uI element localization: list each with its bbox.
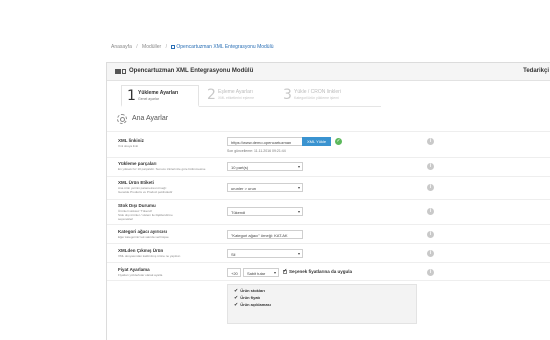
check-icon: ✔ xyxy=(234,302,239,308)
last-update-note: Son güncelleme: 11.11.2016 09:21:44 xyxy=(227,149,286,153)
info-icon[interactable]: i xyxy=(427,269,434,276)
step-load-settings[interactable]: 1 Yükleme Ayarları Genel ayarlar xyxy=(121,85,199,107)
breadcrumb-current-label: Opencartuzman XML Entegrasyonu Modülü xyxy=(176,44,274,50)
out-of-stock-label: Stok Dışı Durumu xyxy=(118,203,156,208)
panel-header: Opencartuzman XML Entegrasyonu Modülü Te… xyxy=(107,63,550,81)
row-category-separator: Kategori ağacı ayırıcısı Eğer kategorini… xyxy=(107,224,550,243)
breadcrumb: Anasayfa / Modüller / Opencartuzman XML … xyxy=(111,44,273,50)
xml-link-input[interactable]: https://www.demo.opencartuzman xyxy=(227,137,303,146)
check-icon: ✔ xyxy=(234,288,239,294)
product-tag-label: XML Ürün Etiketi xyxy=(118,180,154,185)
category-separator-input[interactable]: "Kategori ağacı" örneği: KAT.AK xyxy=(227,230,303,239)
xml-load-button[interactable]: XML Yükle xyxy=(302,137,332,146)
xml-link-hint: Xml dosya linki xyxy=(118,144,139,148)
section-title: Ana Ayarlar xyxy=(132,115,169,122)
window-icon xyxy=(122,69,126,74)
step-number: 1 xyxy=(127,88,136,104)
step-number: 3 xyxy=(283,87,292,103)
update-item-stock[interactable]: ✔ Ürün stokları xyxy=(234,288,265,294)
load-parts-hint: En yüksek hız 10 parçalıdır. Sunucu izin… xyxy=(118,167,206,171)
removed-product-hint: XML dosyasından kaldırılmış ürüne ne yap… xyxy=(118,254,181,258)
gear-icon xyxy=(117,114,127,124)
toolbar-icon xyxy=(115,69,121,74)
update-items-list: ✔ Ürün stokları ✔ Ürün fiyatı ✔ Ürün açıkla… xyxy=(227,284,417,324)
info-icon[interactable]: i xyxy=(427,231,434,238)
info-icon[interactable]: i xyxy=(427,184,434,191)
price-mode-select[interactable]: Sabit tutar xyxy=(243,268,279,277)
step-subtitle: Kategori/ürün yükleme işlemi xyxy=(294,96,339,100)
info-icon[interactable]: i xyxy=(427,208,434,215)
breadcrumb-separator: / xyxy=(165,44,167,50)
row-removed-product: XMLden Çıkmış Ürün XML dosyasından kaldı… xyxy=(107,243,550,262)
out-of-stock-hint: seçenekleri xyxy=(118,217,134,221)
load-parts-select[interactable]: 10 part(s) xyxy=(227,162,303,171)
breadcrumb-home[interactable]: Anasayfa xyxy=(111,44,132,50)
step-title: Yükle / CRON linkleri xyxy=(294,89,341,95)
price-hint: Fiyatları yüzde/tutar olarak ayarla xyxy=(118,273,163,277)
row-update-items: ✔ Ürün stokları ✔ Ürün fiyatı ✔ Ürün açıkla… xyxy=(107,280,550,324)
breadcrumb-separator: / xyxy=(136,44,138,50)
row-product-tag: XML Ürün Etiketi Ana ürün yerinin parame… xyxy=(107,176,550,199)
supplier-tab[interactable]: Tedarikçi xyxy=(523,68,549,74)
info-icon[interactable]: i xyxy=(427,138,434,145)
removed-product-select[interactable]: Sil xyxy=(227,249,303,258)
update-item-description[interactable]: ✔ Ürün açıklaması xyxy=(234,302,271,308)
step-number: 2 xyxy=(207,87,216,103)
module-icon xyxy=(171,45,176,49)
breadcrumb-current[interactable]: Opencartuzman XML Entegrasyonu Modülü xyxy=(171,44,273,50)
check-icon: ✔ xyxy=(234,295,239,301)
category-separator-label: Kategori ağacı ayırıcısı xyxy=(118,229,168,234)
update-item-label: Ürün stokları xyxy=(240,288,265,293)
price-label: Fiyat Ayarlama xyxy=(118,267,150,272)
module-panel: Opencartuzman XML Entegrasyonu Modülü Te… xyxy=(106,62,550,340)
update-item-price[interactable]: ✔ Ürün fiyatı xyxy=(234,295,260,301)
step-subtitle: XML etiketlerini eşleme xyxy=(218,96,255,100)
step-title: Yükleme Ayarları xyxy=(138,90,179,96)
info-icon[interactable]: i xyxy=(427,250,434,257)
price-value-input[interactable]: +20 xyxy=(227,268,241,277)
info-icon[interactable]: i xyxy=(427,163,434,170)
update-item-label: Ürün açıklaması xyxy=(240,302,271,307)
category-separator-hint: Eğer kategoriniz tek satırda verilmişse xyxy=(118,235,169,239)
wizard-steps: 1 Yükleme Ayarları Genel ayarlar 2 Eşlem… xyxy=(121,85,381,107)
apply-options-label: Seçenek fiyatlarına da uygula xyxy=(289,269,353,274)
row-price: Fiyat Ayarlama Fiyatları yüzde/tutar ola… xyxy=(107,262,550,280)
check-icon: ✓ xyxy=(335,138,342,145)
step-title: Eşleme Ayarları xyxy=(218,89,253,95)
checkbox-icon xyxy=(283,268,287,274)
step-load-cron[interactable]: 3 Yükle / CRON linkleri Kategori/ürün yü… xyxy=(283,85,379,107)
removed-product-label: XMLden Çıkmış Ürün xyxy=(118,248,164,253)
breadcrumb-modules[interactable]: Modüller xyxy=(142,44,161,50)
row-xml-link: XML linkiniz Xml dosya linki https://www… xyxy=(107,131,550,157)
step-mapping-settings[interactable]: 2 Eşleme Ayarları XML etiketlerini eşlem… xyxy=(207,85,287,107)
xml-link-label: XML linkiniz xyxy=(118,138,144,143)
row-load-parts: Yükleme parçaları En yüksek hız 10 parça… xyxy=(107,157,550,176)
update-item-label: Ürün fiyatı xyxy=(240,295,260,300)
row-out-of-stock: Stok Dışı Durumu Ürünleri stoksuz 'Tüken… xyxy=(107,199,550,224)
load-parts-label: Yükleme parçaları xyxy=(118,161,157,166)
out-of-stock-select[interactable]: Tükendi xyxy=(227,207,303,216)
product-tag-select[interactable]: urunler > urun xyxy=(227,183,303,192)
apply-options-checkbox[interactable]: Seçenek fiyatlarına da uygula xyxy=(283,268,353,274)
panel-title: Opencartuzman XML Entegrasyonu Modülü xyxy=(129,68,254,74)
step-subtitle: Genel ayarlar xyxy=(138,97,160,101)
product-tag-hint: Genelde Products ve Product şeklindedir xyxy=(118,190,173,194)
